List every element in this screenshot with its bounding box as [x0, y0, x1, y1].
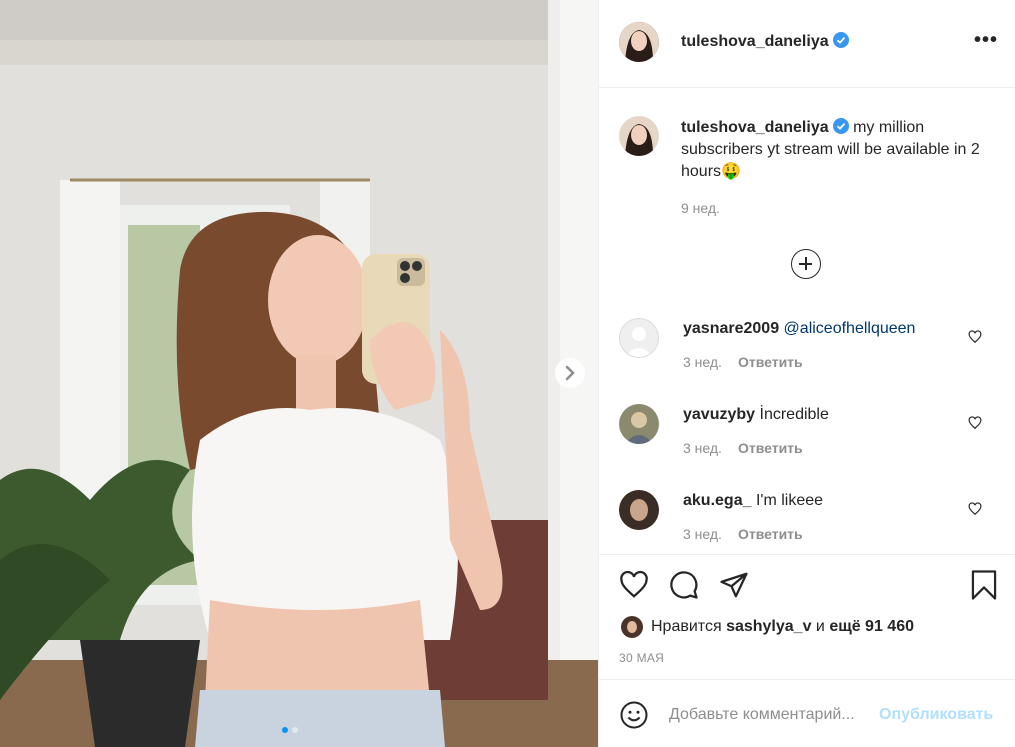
comment-timestamp[interactable]: 3 нед. — [683, 354, 722, 370]
slide-dot — [282, 727, 288, 733]
post-caption: tuleshova_daneliya my million subscriber… — [681, 117, 991, 219]
comment-username[interactable]: yasnare2009 — [683, 320, 779, 337]
verified-badge-icon — [832, 32, 849, 48]
comment-timestamp[interactable]: 3 нед. — [683, 526, 722, 542]
action-bar — [599, 554, 1015, 614]
post-photo[interactable] — [0, 0, 598, 747]
commenter-avatar[interactable] — [619, 404, 659, 444]
heart-icon[interactable] — [968, 330, 982, 344]
avatar-image — [619, 22, 659, 62]
post-header: tuleshova_daneliya ••• — [599, 0, 1015, 88]
chevron-right-icon — [565, 365, 575, 381]
comment-username[interactable]: yavuzyby — [683, 406, 755, 423]
comment-text: İncredible — [759, 406, 829, 423]
caption-timestamp[interactable]: 9 нед. — [681, 197, 991, 219]
liker-avatar[interactable] — [621, 616, 643, 638]
reply-button[interactable]: Ответить — [738, 440, 803, 456]
bookmark-icon[interactable] — [969, 569, 999, 601]
liker-username[interactable]: sashylya_v — [726, 618, 811, 635]
likes-count-link[interactable]: ещё 91 460 — [829, 618, 914, 635]
next-slide-button[interactable] — [555, 358, 585, 388]
default-avatar-icon — [625, 327, 653, 357]
author-username[interactable]: tuleshova_daneliya — [681, 33, 829, 50]
heart-icon[interactable] — [968, 416, 982, 430]
post-details-panel: tuleshova_daneliya ••• tuleshova_daneliy… — [598, 0, 1015, 747]
likes-prefix: Нравится — [651, 618, 722, 636]
commenter-avatar[interactable] — [619, 318, 659, 358]
verified-badge-icon — [832, 118, 849, 134]
post-date[interactable]: 30 МАЯ — [619, 651, 664, 665]
comment-mention-link[interactable]: @aliceofhellqueen — [784, 320, 916, 337]
slide-indicator — [280, 720, 300, 738]
likes-conjunction: и — [815, 618, 825, 636]
comment-item: yavuzyby İncredible 3 нед. Ответить — [599, 404, 1015, 490]
comment-icon[interactable] — [669, 570, 699, 600]
publish-button[interactable]: Опубликовать — [879, 706, 993, 724]
comment-input[interactable]: Добавьте комментарий... — [669, 706, 855, 724]
more-options-button[interactable]: ••• — [974, 30, 998, 50]
heart-icon[interactable] — [968, 502, 982, 516]
author-avatar[interactable] — [619, 22, 659, 62]
plus-circle-icon[interactable] — [791, 249, 821, 279]
reply-button[interactable]: Ответить — [738, 354, 803, 370]
caption-author-avatar[interactable] — [619, 116, 659, 156]
add-comment-bar: Добавьте комментарий... Опубликовать — [599, 679, 1015, 747]
likes-summary: Нравится sashylya_v и ещё 91 460 — [621, 616, 914, 638]
caption-username[interactable]: tuleshova_daneliya — [681, 119, 829, 136]
photo-illustration — [0, 0, 598, 747]
avatar-image — [621, 616, 643, 638]
paper-plane-icon[interactable] — [719, 570, 749, 600]
comment-timestamp[interactable]: 3 нед. — [683, 440, 722, 456]
emoji-icon[interactable] — [619, 700, 649, 730]
comment-item: yasnare2009 @aliceofhellqueen 3 нед. Отве… — [599, 318, 1015, 404]
avatar-image — [619, 404, 659, 444]
comment-username[interactable]: aku.ega_ — [683, 492, 751, 509]
avatar-image — [619, 490, 659, 530]
comment-text: I'm likeee — [755, 492, 824, 509]
commenter-avatar[interactable] — [619, 490, 659, 530]
heart-icon[interactable] — [619, 570, 649, 600]
reply-button[interactable]: Ответить — [738, 526, 803, 542]
slide-dot — [292, 727, 298, 733]
avatar-image — [619, 116, 659, 156]
